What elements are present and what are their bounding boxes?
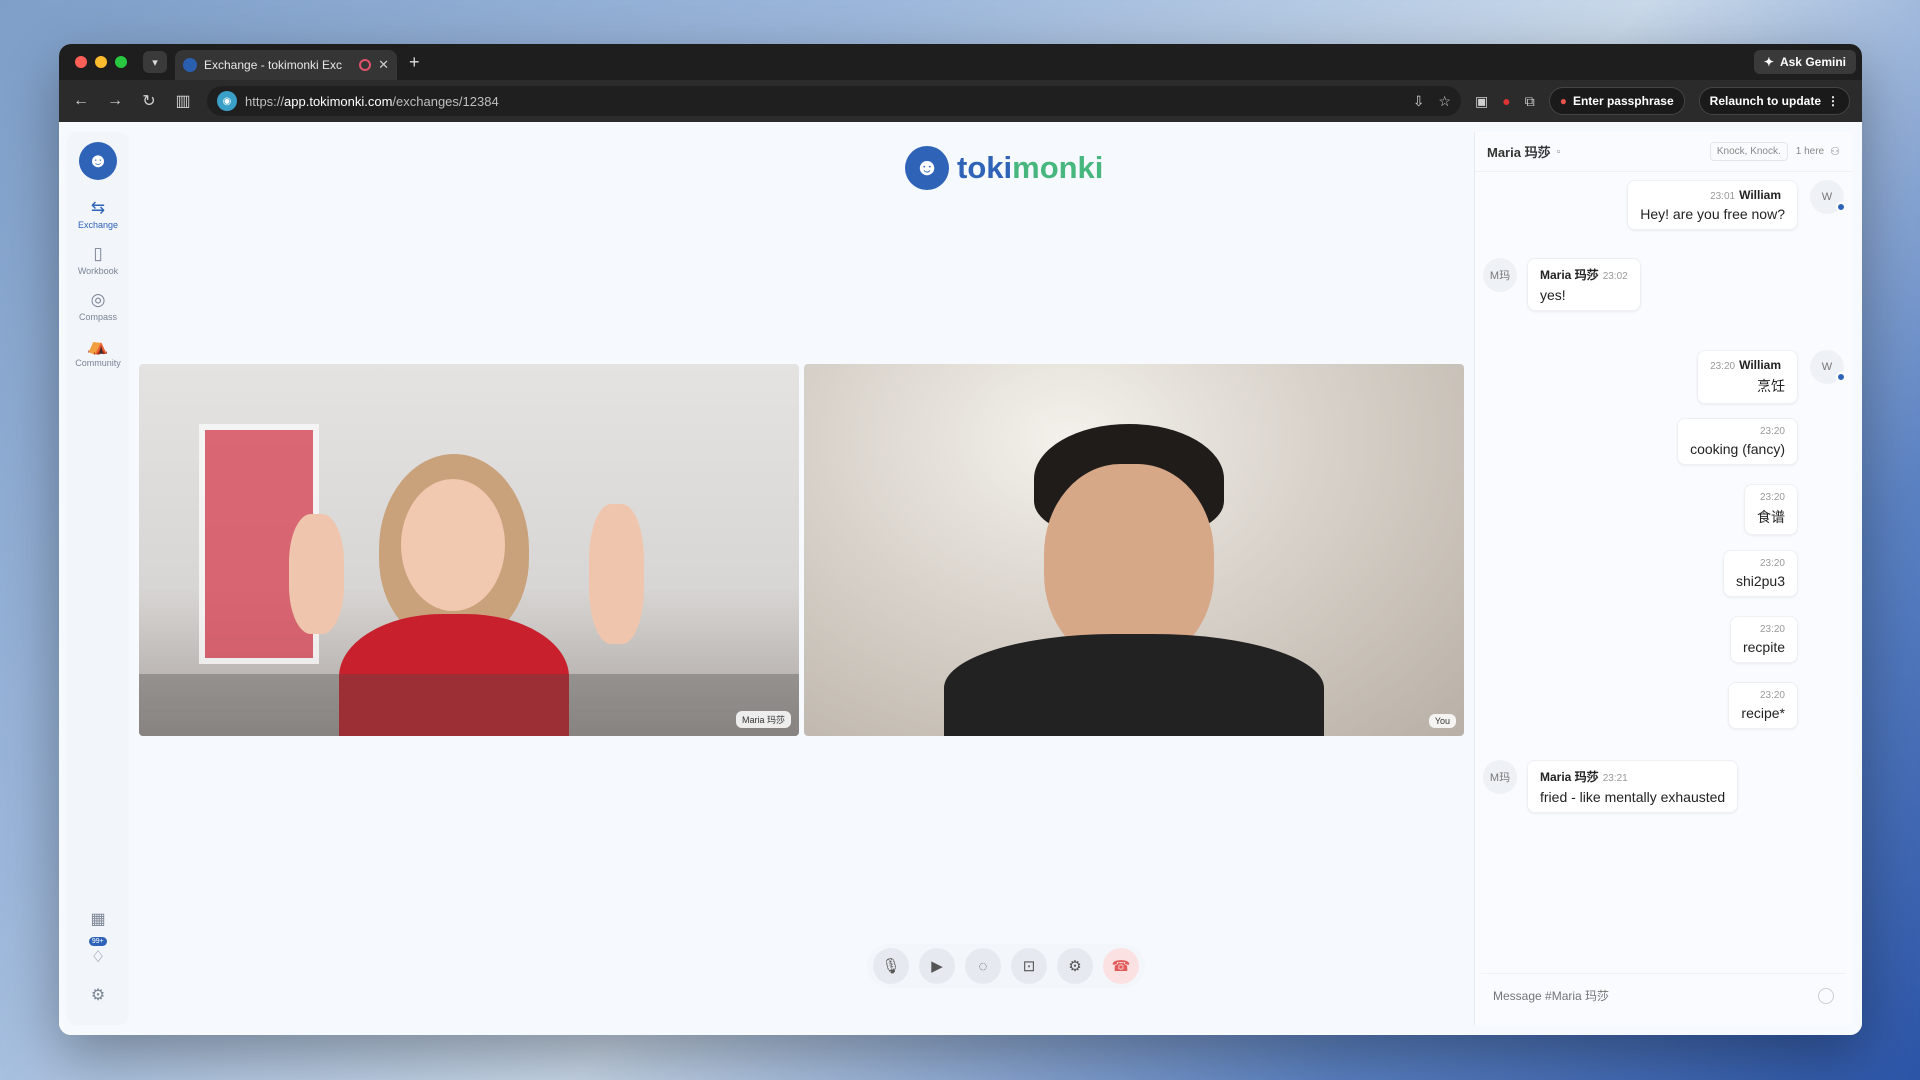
local-video-tile[interactable]: You bbox=[804, 364, 1464, 736]
install-app-icon[interactable]: ⇩ bbox=[1413, 93, 1425, 110]
bell-icon: ♢ bbox=[90, 949, 106, 966]
url-text[interactable]: https://app.tokimonki.com/exchanges/1238… bbox=[245, 94, 1405, 109]
address-bar[interactable]: ◉ https://app.tokimonki.com/exchanges/12… bbox=[207, 86, 1461, 116]
tab-bar: ▾ Exchange - tokimonki Exc ✕ + ✦ Ask Gem… bbox=[59, 44, 1862, 80]
record-extension-icon[interactable]: ● bbox=[1502, 93, 1510, 109]
browser-window: ▾ Exchange - tokimonki Exc ✕ + ✦ Ask Gem… bbox=[59, 44, 1862, 1035]
puzzle-extensions-icon[interactable]: ⧉ bbox=[1525, 93, 1535, 110]
microphone-icon: 🎙 bbox=[881, 958, 901, 975]
ask-gemini-button[interactable]: ✦ Ask Gemini bbox=[1753, 50, 1856, 74]
sidebar-item-community[interactable]: ⛺ Community bbox=[68, 336, 128, 368]
message-item: 23:20 recipe* bbox=[1728, 682, 1798, 729]
sparkle-icon: ✦ bbox=[1763, 55, 1774, 69]
extension-icon[interactable]: ▣ bbox=[1475, 93, 1488, 110]
message-item: 23:01 William Hey! are you free now? bbox=[1627, 180, 1798, 230]
close-tab-icon[interactable]: ✕ bbox=[378, 57, 389, 73]
message-composer bbox=[1481, 973, 1846, 1017]
person-shirt bbox=[944, 634, 1324, 736]
browser-toolbar: ← → ↻ ▥ ◉ https://app.tokimonki.com/exch… bbox=[59, 80, 1862, 122]
send-icon[interactable] bbox=[1818, 987, 1834, 1004]
calendar-icon[interactable]: ▦ bbox=[90, 909, 105, 929]
screen-share-button[interactable]: ⊡ bbox=[1011, 948, 1047, 984]
ask-gemini-label: Ask Gemini bbox=[1779, 55, 1846, 69]
tab-favicon-icon bbox=[183, 58, 197, 72]
brand-logo: ☻ tokimonki bbox=[905, 146, 1103, 190]
settings-gear-icon[interactable]: ⚙ bbox=[91, 985, 105, 1005]
chat-button[interactable]: ◌ bbox=[965, 948, 1001, 984]
call-controls: 🎙 ▶ ◌ ⊡ ⚙ ☎ bbox=[867, 944, 1145, 988]
sidebar-bottom: ▦ 99+ ♢ ⚙ bbox=[88, 909, 107, 1005]
camera-icon: ▶ bbox=[931, 958, 943, 975]
enter-passphrase-button[interactable]: ● Enter passphrase bbox=[1548, 87, 1685, 115]
notification-badge: 99+ bbox=[88, 937, 107, 946]
reload-icon[interactable]: ↻ bbox=[139, 91, 159, 111]
tab-search-icon[interactable]: ▾ bbox=[143, 51, 167, 73]
hang-up-button[interactable]: ☎ bbox=[1103, 948, 1139, 984]
message-item: Maria 玛莎 23:21 fried - like mentally exha… bbox=[1527, 760, 1739, 813]
knock-button[interactable]: Knock, Knock. bbox=[1709, 142, 1788, 161]
bookmark-star-icon[interactable]: ☆ bbox=[1438, 93, 1451, 110]
site-info-icon[interactable]: ◉ bbox=[217, 91, 237, 111]
new-tab-icon[interactable]: + bbox=[409, 52, 420, 73]
book-icon: ▯ bbox=[93, 244, 103, 263]
online-status-dot bbox=[1836, 202, 1846, 212]
monkey-logo-icon: ☻ bbox=[905, 146, 949, 190]
sidebar-item-workbook[interactable]: ▯ Workbook bbox=[68, 244, 128, 276]
sidebar-item-exchange[interactable]: ⇆ Exchange bbox=[68, 198, 128, 230]
presence-count: 1 here bbox=[1795, 146, 1825, 157]
forward-icon[interactable]: → bbox=[105, 92, 125, 110]
message-item: 23:20 shi2pu3 bbox=[1722, 550, 1798, 597]
back-icon[interactable]: ← bbox=[71, 92, 91, 110]
tokimonki-logo-icon[interactable]: ☻ bbox=[79, 142, 117, 180]
minimize-window-button[interactable] bbox=[95, 56, 107, 68]
person-face bbox=[401, 479, 505, 611]
sidebar: ☻ ⇆ Exchange ▯ Workbook ◎ Compass ⛺ Comm… bbox=[67, 132, 129, 1025]
couch bbox=[139, 674, 799, 736]
channel-info-icon[interactable]: ▫ bbox=[1557, 146, 1561, 158]
exchange-icon: ⇆ bbox=[90, 198, 106, 217]
more-menu-icon: ⋮ bbox=[1827, 94, 1839, 108]
avatar: M玛 bbox=[1483, 760, 1517, 794]
chat-panel: Maria 玛莎 ▫ Knock, Knock. 1 here ⚇ 23:01 W… bbox=[1474, 132, 1852, 1025]
recording-icon bbox=[359, 59, 372, 71]
screen-share-icon: ⊡ bbox=[1022, 958, 1036, 975]
message-item: 23:20 William 烹饪 bbox=[1697, 350, 1798, 404]
community-icon: ⛺ bbox=[87, 336, 109, 355]
online-status-dot bbox=[1836, 372, 1846, 382]
settings-button[interactable]: ⚙ bbox=[1057, 948, 1093, 984]
compass-icon: ◎ bbox=[90, 290, 106, 309]
person-right-hand bbox=[589, 504, 644, 644]
gear-icon: ⚙ bbox=[1068, 958, 1082, 975]
camera-button[interactable]: ▶ bbox=[919, 948, 955, 984]
profile-icon: ● bbox=[1559, 94, 1567, 108]
microphone-button[interactable]: 🎙 bbox=[873, 948, 909, 984]
relaunch-button[interactable]: Relaunch to update ⋮ bbox=[1698, 87, 1850, 115]
notifications-button[interactable]: 99+ ♢ bbox=[88, 937, 107, 967]
phone-hangup-icon: ☎ bbox=[1111, 958, 1131, 975]
browser-tab[interactable]: Exchange - tokimonki Exc ✕ bbox=[175, 50, 397, 80]
person-left-hand bbox=[289, 514, 344, 634]
message-item: 23:20 食谱 bbox=[1744, 484, 1798, 535]
app-content: ☻ ⇆ Exchange ▯ Workbook ◎ Compass ⛺ Comm… bbox=[59, 122, 1862, 1035]
avatar: M玛 bbox=[1483, 258, 1517, 292]
participants-icon[interactable]: ⚇ bbox=[1830, 145, 1840, 158]
brand-name: tokimonki bbox=[957, 150, 1104, 185]
maximize-window-button[interactable] bbox=[115, 56, 127, 68]
chat-title: Maria 玛莎 bbox=[1487, 145, 1551, 160]
message-item: 23:20 recpite bbox=[1729, 616, 1798, 663]
tab-title: Exchange - tokimonki Exc bbox=[204, 58, 343, 72]
self-name-tag: You bbox=[1428, 714, 1456, 728]
chat-header: Maria 玛莎 ▫ Knock, Knock. 1 here ⚇ bbox=[1475, 132, 1852, 172]
remote-video-tile[interactable]: Maria 玛莎 bbox=[139, 364, 799, 736]
message-item: Maria 玛莎 23:02 yes! bbox=[1527, 258, 1641, 311]
participant-name-tag: Maria 玛莎 bbox=[735, 711, 791, 728]
message-item: 23:20 cooking (fancy) bbox=[1677, 418, 1798, 465]
window-controls bbox=[75, 56, 127, 68]
split-view-icon[interactable]: ▥ bbox=[173, 91, 193, 111]
sidebar-item-compass[interactable]: ◎ Compass bbox=[68, 290, 128, 322]
close-window-button[interactable] bbox=[75, 56, 87, 68]
message-input[interactable] bbox=[1493, 988, 1818, 1003]
chat-bubble-icon: ◌ bbox=[978, 957, 988, 975]
